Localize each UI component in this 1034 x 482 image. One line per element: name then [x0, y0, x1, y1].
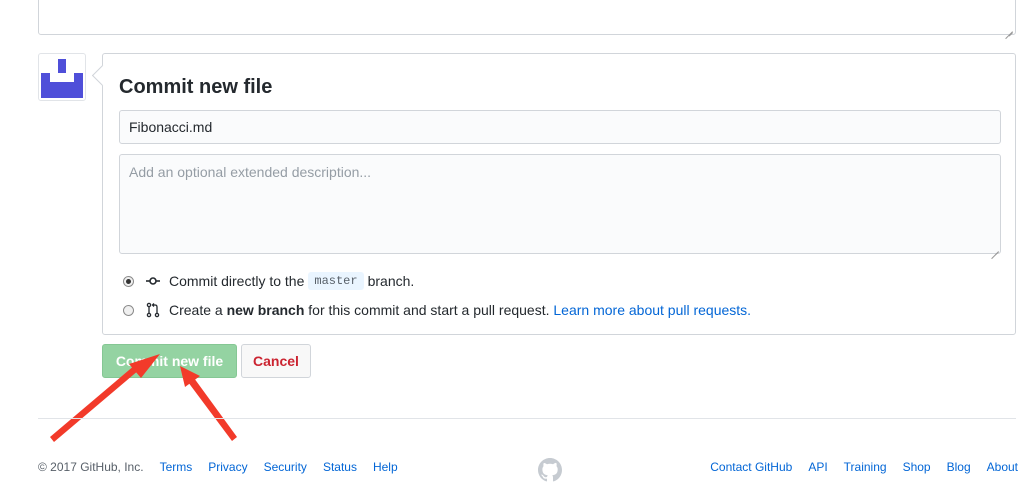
avatar[interactable] [38, 53, 86, 101]
github-mark-icon[interactable] [538, 458, 562, 482]
identicon-avatar-icon [41, 56, 83, 98]
option-new-branch[interactable]: Create a new branch for this commit and … [123, 300, 751, 320]
option-new-branch-suffix: for this commit and start a pull request… [308, 302, 550, 318]
commit-form: Commit new file Commit directly to the m… [102, 53, 1016, 335]
commit-summary-input[interactable] [119, 110, 1001, 144]
commit-directly-radio[interactable] [123, 275, 134, 287]
cancel-button[interactable]: Cancel [241, 344, 311, 378]
new-branch-radio[interactable] [123, 304, 134, 316]
footer-divider [38, 418, 1016, 419]
footer-link-terms[interactable]: Terms [160, 460, 193, 474]
git-commit-icon [146, 277, 160, 285]
learn-more-pull-requests-link[interactable]: Learn more about pull requests. [553, 302, 751, 318]
option-direct-prefix: Commit directly to the [169, 273, 305, 289]
footer-link-shop[interactable]: Shop [903, 460, 931, 474]
footer-link-training[interactable]: Training [844, 460, 887, 474]
resize-grip-icon[interactable] [1005, 24, 1013, 32]
footer-link-help[interactable]: Help [373, 460, 398, 474]
option-commit-directly[interactable]: Commit directly to the master branch. [123, 271, 414, 291]
commit-description-textarea[interactable] [119, 154, 1001, 254]
footer-link-about[interactable]: About [987, 460, 1018, 474]
option-new-branch-prefix: Create a [169, 302, 223, 318]
commit-form-title: Commit new file [119, 76, 273, 98]
footer-right: Contact GitHub API Training Shop Blog Ab… [694, 460, 1018, 474]
footer-link-blog[interactable]: Blog [947, 460, 971, 474]
footer-link-status[interactable]: Status [323, 460, 357, 474]
footer-copyright: © 2017 GitHub, Inc. [38, 460, 144, 474]
option-direct-suffix: branch. [367, 273, 415, 289]
file-editor-textarea[interactable] [38, 0, 1016, 35]
option-new-branch-bold: new branch [226, 302, 305, 318]
footer-left: © 2017 GitHub, Inc. Terms Privacy Securi… [38, 460, 414, 474]
footer-link-security[interactable]: Security [264, 460, 307, 474]
resize-grip-icon[interactable] [991, 244, 999, 252]
branch-name: master [308, 272, 364, 290]
footer-link-contact[interactable]: Contact GitHub [710, 460, 792, 474]
git-pull-request-icon [146, 302, 160, 318]
commit-new-file-button[interactable]: Commit new file [102, 344, 237, 378]
footer-link-privacy[interactable]: Privacy [208, 460, 247, 474]
footer-link-api[interactable]: API [808, 460, 827, 474]
